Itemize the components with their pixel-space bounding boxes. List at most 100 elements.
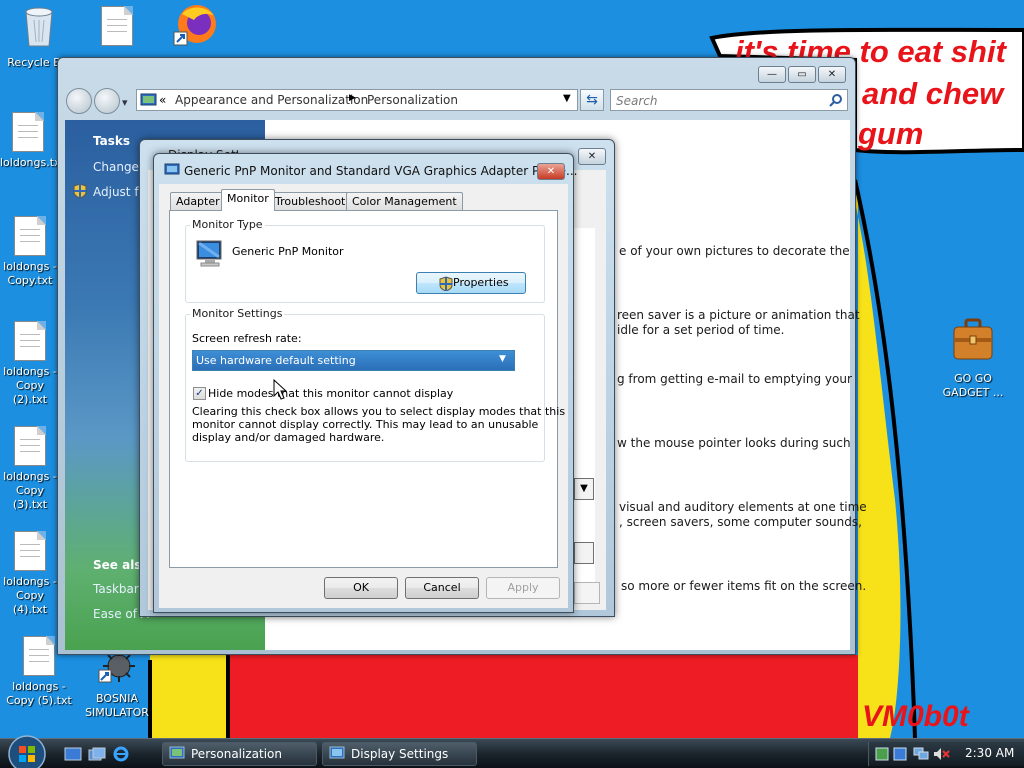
chevron-down-icon[interactable]: ▼ bbox=[499, 354, 506, 364]
show-desktop-icon[interactable] bbox=[64, 747, 82, 761]
monitor-properties-dialog: Generic PnP Monitor and Standard VGA Gra… bbox=[153, 153, 578, 613]
network-icon[interactable] bbox=[913, 747, 929, 761]
desktop-icon-loldongs-copy[interactable]: loldongs - Copy.txt bbox=[0, 216, 60, 288]
minimize-button[interactable]: — bbox=[758, 66, 786, 83]
language-bar-icon[interactable] bbox=[893, 747, 907, 761]
spiky-mine-icon bbox=[98, 650, 135, 683]
ok-button[interactable]: OK bbox=[324, 577, 398, 599]
desc-screen-saver-2: idle for a set period of time. bbox=[617, 323, 785, 337]
breadcrumb-personalization[interactable]: Personalization bbox=[367, 93, 458, 107]
wallpaper-text-line-3: gum bbox=[858, 116, 924, 151]
desktop-icon-label: loldongs - Copy (4).txt bbox=[3, 575, 57, 616]
search-input[interactable]: Search bbox=[610, 89, 848, 111]
desc-sounds: g from getting e-mail to emptying your bbox=[617, 372, 852, 386]
hide-modes-label[interactable]: Hide modes that this monitor cannot disp… bbox=[208, 387, 453, 400]
monitor-name: Generic PnP Monitor bbox=[232, 245, 344, 258]
desktop-icon-label: loldongs - Copy (2).txt bbox=[3, 365, 57, 406]
mouse-cursor-icon bbox=[273, 379, 287, 400]
back-button[interactable] bbox=[66, 88, 92, 114]
start-orb-icon[interactable] bbox=[6, 733, 48, 768]
tab-adapter[interactable]: Adapter bbox=[170, 192, 226, 211]
desc-desktop-background: e of your own pictures to decorate the bbox=[619, 244, 850, 258]
dialog-body: Adapter Monitor Troubleshoot Color Manag… bbox=[159, 184, 568, 608]
taskbar-button-label: Personalization bbox=[191, 747, 282, 761]
desc-screen-saver-1: reen saver is a picture or animation tha… bbox=[617, 308, 860, 322]
desktop-icon-firefox[interactable] bbox=[156, 2, 234, 56]
text-document-icon bbox=[14, 216, 46, 256]
close-button[interactable]: ✕ bbox=[818, 66, 846, 83]
dialog-close-button[interactable]: ✕ bbox=[537, 163, 565, 180]
breadcrumb-separator-icon[interactable]: ▶ bbox=[349, 93, 356, 103]
desktop-icon-label: BOSNIA SIMULATOR bbox=[85, 692, 149, 719]
display-settings-close-button[interactable]: ✕ bbox=[578, 148, 606, 165]
tab-troubleshoot[interactable]: Troubleshoot bbox=[269, 192, 352, 211]
maximize-button[interactable]: ▭ bbox=[788, 66, 816, 83]
desktop-icon-label: loldongs - Copy (3).txt bbox=[3, 470, 57, 511]
desktop-icon-document[interactable] bbox=[78, 6, 156, 50]
switch-windows-icon[interactable] bbox=[88, 747, 106, 761]
tab-monitor[interactable]: Monitor bbox=[221, 189, 275, 211]
monitor-tab-page: Monitor Type Generic PnP Monitor Propert… bbox=[169, 210, 565, 568]
desktop-icon-label: loldongs - Copy.txt bbox=[3, 260, 57, 287]
display-settings-dropdown-icon[interactable]: ▼ bbox=[574, 478, 594, 500]
address-bar[interactable]: « Appearance and Personalization ▶ Perso… bbox=[136, 89, 578, 111]
breadcrumb-overflow[interactable]: « bbox=[159, 93, 166, 107]
hide-modes-explanation-3: display and/or damaged hardware. bbox=[192, 431, 385, 444]
search-icon[interactable] bbox=[829, 93, 843, 107]
display-settings-icon bbox=[329, 746, 345, 759]
hide-modes-checkbox[interactable]: ✓ bbox=[193, 387, 206, 400]
desktop-icon-go-go-gadget[interactable]: GO GO GADGET ... bbox=[934, 316, 1012, 400]
monitor-icon bbox=[196, 240, 222, 267]
sidebar-gadgets-icon[interactable] bbox=[875, 747, 889, 761]
forward-button[interactable] bbox=[94, 88, 120, 114]
taskbar-clock[interactable]: 2:30 AM bbox=[965, 746, 1014, 760]
refresh-rate-value: Use hardware default setting bbox=[196, 354, 356, 367]
desktop-icon-loldongs-copy-3[interactable]: loldongs - Copy (3).txt bbox=[0, 426, 60, 512]
cancel-button[interactable]: Cancel bbox=[405, 577, 479, 599]
uac-shield-icon bbox=[73, 183, 87, 199]
refresh-icon[interactable]: ⇆ bbox=[580, 89, 604, 111]
monitor-type-group-title: Monitor Type bbox=[190, 218, 265, 231]
uac-shield-icon bbox=[439, 276, 453, 291]
control-panel-icon bbox=[140, 93, 157, 106]
notification-area: 2:30 AM bbox=[868, 742, 1024, 766]
text-document-icon bbox=[14, 321, 46, 361]
address-dropdown-icon[interactable]: ▼ bbox=[563, 93, 571, 104]
control-panel-icon bbox=[169, 746, 185, 759]
hide-modes-explanation-1: Clearing this check box allows you to se… bbox=[192, 405, 566, 418]
monitor-properties-button[interactable]: Properties bbox=[416, 272, 526, 294]
monitor-properties-button-label: Properties bbox=[453, 276, 509, 289]
taskbar-button-display-settings[interactable]: Display Settings bbox=[322, 742, 477, 766]
text-document-icon bbox=[14, 426, 46, 466]
desktop-icon-loldongs-copy-4[interactable]: loldongs - Copy (4).txt bbox=[0, 531, 60, 617]
desktop-icon-bosnia-simulator[interactable]: BOSNIA SIMULATOR bbox=[78, 650, 156, 720]
task-link-adjust[interactable]: Adjust fo bbox=[93, 185, 146, 199]
desktop-icon-label: GO GO GADGET ... bbox=[942, 372, 1004, 399]
breadcrumb-appearance[interactable]: Appearance and Personalization bbox=[175, 93, 368, 107]
firefox-icon bbox=[173, 5, 216, 46]
internet-explorer-icon[interactable] bbox=[112, 745, 130, 763]
briefcase-icon bbox=[953, 318, 993, 360]
display-settings-panel-edge bbox=[573, 228, 595, 588]
display-settings-apply-button[interactable] bbox=[574, 582, 600, 604]
volume-muted-icon[interactable] bbox=[933, 747, 951, 761]
desktop-icon-label: loldongs - Copy (5).txt bbox=[6, 680, 72, 707]
desktop-icon-loldongs-copy-2[interactable]: loldongs - Copy (2).txt bbox=[0, 321, 60, 407]
apply-button[interactable]: Apply bbox=[486, 577, 560, 599]
wallpaper-text-line-2: and chew bbox=[862, 76, 1004, 111]
display-settings-icon bbox=[164, 163, 180, 175]
display-settings-advanced-button[interactable] bbox=[574, 542, 594, 564]
text-document-icon bbox=[14, 531, 46, 571]
refresh-rate-select[interactable]: Use hardware default setting ▼ bbox=[192, 350, 515, 371]
recent-pages-arrow[interactable]: ▾ bbox=[122, 96, 134, 109]
wallpaper-watermark: VM0b0t bbox=[862, 700, 969, 733]
text-document-icon bbox=[101, 6, 133, 46]
tab-color-management[interactable]: Color Management bbox=[346, 192, 463, 211]
monitor-settings-group-title: Monitor Settings bbox=[190, 307, 285, 320]
refresh-rate-label: Screen refresh rate: bbox=[192, 332, 302, 345]
taskbar-button-personalization[interactable]: Personalization bbox=[162, 742, 317, 766]
desktop-icon-loldongs[interactable]: loldongs.txt bbox=[0, 112, 65, 170]
text-document-icon bbox=[12, 112, 44, 152]
desktop-icon-label: loldongs.txt bbox=[0, 156, 65, 169]
desc-display-settings: so more or fewer items fit on the screen… bbox=[621, 579, 867, 593]
